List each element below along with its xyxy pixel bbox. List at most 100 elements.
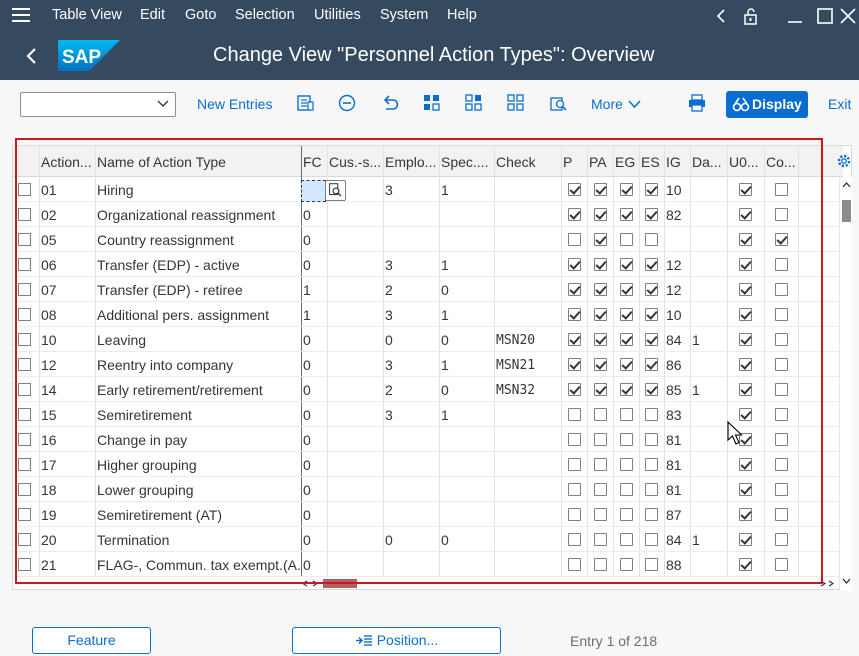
display-button[interactable]: Display bbox=[726, 91, 808, 118]
checkbox-u0[interactable] bbox=[739, 533, 752, 546]
cell-fc[interactable]: 0 bbox=[303, 332, 311, 348]
cell-ig[interactable]: 12 bbox=[666, 282, 682, 298]
column-header-da[interactable]: Da... bbox=[692, 154, 722, 170]
checkbox-eg[interactable] bbox=[620, 183, 633, 196]
checkbox-p[interactable] bbox=[568, 233, 581, 246]
checkbox-p[interactable] bbox=[568, 283, 581, 296]
cell-ig[interactable]: 84 bbox=[666, 332, 682, 348]
checkbox-pa[interactable] bbox=[594, 558, 607, 571]
cell-ig[interactable]: 81 bbox=[666, 432, 682, 448]
maximize-icon[interactable] bbox=[815, 6, 835, 26]
checkbox-es[interactable] bbox=[645, 208, 658, 221]
checkbox-u0[interactable] bbox=[739, 208, 752, 221]
cell-fc[interactable]: 0 bbox=[303, 457, 311, 473]
cell-fc[interactable]: 0 bbox=[303, 232, 311, 248]
cell-fc[interactable]: 1 bbox=[303, 282, 311, 298]
value-help-button[interactable] bbox=[325, 180, 346, 201]
checkbox-p[interactable] bbox=[568, 183, 581, 196]
checkbox-u0[interactable] bbox=[739, 333, 752, 346]
cell-emp[interactable]: 2 bbox=[385, 382, 393, 398]
checkbox-es[interactable] bbox=[645, 258, 658, 271]
checkbox-u0[interactable] bbox=[739, 483, 752, 496]
column-header-action[interactable]: Action... bbox=[41, 154, 92, 170]
checkbox-co[interactable] bbox=[775, 358, 788, 371]
table-row[interactable]: 02 Organizational reassignment 0 82 bbox=[13, 202, 841, 227]
checkbox-u0[interactable] bbox=[739, 283, 752, 296]
checkbox-eg[interactable] bbox=[620, 208, 633, 221]
cell-fc[interactable]: 0 bbox=[303, 257, 311, 273]
checkbox-u0[interactable] bbox=[739, 358, 752, 371]
cell-spec[interactable]: 0 bbox=[441, 282, 449, 298]
print-preview-icon[interactable] bbox=[548, 93, 568, 113]
table-row[interactable]: 20 Termination 0 0 0 84 1 bbox=[13, 527, 841, 552]
checkbox-pa[interactable] bbox=[594, 383, 607, 396]
cell-fc[interactable]: 0 bbox=[303, 357, 311, 373]
select-all-icon[interactable] bbox=[422, 93, 442, 113]
checkbox-co[interactable] bbox=[775, 233, 788, 246]
checkbox-es[interactable] bbox=[645, 433, 658, 446]
cell-da[interactable]: 1 bbox=[692, 382, 700, 398]
cell-spec[interactable]: 1 bbox=[441, 407, 449, 423]
checkbox-p[interactable] bbox=[568, 333, 581, 346]
column-header-p[interactable]: P bbox=[563, 154, 572, 170]
table-row[interactable]: 05 Country reassignment 0 bbox=[13, 227, 841, 252]
column-header-ig[interactable]: IG bbox=[666, 154, 681, 170]
checkbox-pa[interactable] bbox=[594, 483, 607, 496]
checkbox-es[interactable] bbox=[645, 558, 658, 571]
column-header-cus[interactable]: Cus.-s... bbox=[329, 154, 381, 170]
cell-emp[interactable]: 2 bbox=[385, 282, 393, 298]
row-select-checkbox[interactable] bbox=[18, 408, 31, 421]
menu-table-view[interactable]: Table View bbox=[52, 7, 122, 23]
checkbox-eg[interactable] bbox=[620, 283, 633, 296]
checkbox-es[interactable] bbox=[645, 358, 658, 371]
checkbox-p[interactable] bbox=[568, 483, 581, 496]
back-icon[interactable] bbox=[22, 44, 42, 68]
row-select-checkbox[interactable] bbox=[18, 358, 31, 371]
menu-icon[interactable] bbox=[12, 8, 30, 24]
table-settings-icon[interactable] bbox=[836, 153, 852, 169]
row-select-checkbox[interactable] bbox=[18, 308, 31, 321]
checkbox-pa[interactable] bbox=[594, 358, 607, 371]
cell-spec[interactable]: 1 bbox=[441, 307, 449, 323]
feature-button[interactable]: Feature bbox=[32, 627, 151, 654]
checkbox-pa[interactable] bbox=[594, 333, 607, 346]
checkbox-p[interactable] bbox=[568, 558, 581, 571]
table-row[interactable]: 14 Early retirement/retirement 0 2 0 MSN32 85 1 bbox=[13, 377, 841, 402]
table-row[interactable]: 06 Transfer (EDP) - active 0 3 1 12 bbox=[13, 252, 841, 277]
checkbox-eg[interactable] bbox=[620, 308, 633, 321]
menu-edit[interactable]: Edit bbox=[140, 7, 165, 23]
scroll-end-icon[interactable] bbox=[819, 580, 835, 587]
row-select-checkbox[interactable] bbox=[18, 383, 31, 396]
cell-emp[interactable]: 3 bbox=[385, 307, 393, 323]
cell-ig[interactable]: 10 bbox=[666, 307, 682, 323]
table-row[interactable]: 17 Higher grouping 0 81 bbox=[13, 452, 841, 477]
cell-spec[interactable]: 0 bbox=[441, 532, 449, 548]
menu-help[interactable]: Help bbox=[447, 7, 477, 23]
column-header-check[interactable]: Check bbox=[496, 154, 536, 170]
row-select-checkbox[interactable] bbox=[18, 458, 31, 471]
cell-fc[interactable]: 0 bbox=[303, 532, 311, 548]
horizontal-scrollbar[interactable] bbox=[299, 577, 844, 589]
row-select-checkbox[interactable] bbox=[18, 558, 31, 571]
checkbox-pa[interactable] bbox=[594, 183, 607, 196]
column-header-u0[interactable]: U0... bbox=[729, 154, 759, 170]
cell-spec[interactable]: 1 bbox=[441, 357, 449, 373]
checkbox-es[interactable] bbox=[645, 283, 658, 296]
table-row[interactable]: 18 Lower grouping 0 81 bbox=[13, 477, 841, 502]
table-row[interactable]: 19 Semiretirement (AT) 0 87 bbox=[13, 502, 841, 527]
checkbox-es[interactable] bbox=[645, 333, 658, 346]
row-select-checkbox[interactable] bbox=[18, 233, 31, 246]
checkbox-u0[interactable] bbox=[739, 308, 752, 321]
checkbox-eg[interactable] bbox=[620, 558, 633, 571]
cell-fc[interactable]: 0 bbox=[303, 507, 311, 523]
checkbox-es[interactable] bbox=[645, 233, 658, 246]
table-row[interactable]: 01Hiring13110 bbox=[13, 177, 841, 202]
row-select-checkbox[interactable] bbox=[18, 283, 31, 296]
undo-icon[interactable] bbox=[380, 93, 400, 113]
more-button[interactable]: More bbox=[591, 96, 623, 112]
checkbox-eg[interactable] bbox=[620, 483, 633, 496]
checkbox-p[interactable] bbox=[568, 358, 581, 371]
cell-ig[interactable]: 88 bbox=[666, 557, 682, 573]
deselect-all-icon[interactable] bbox=[506, 93, 526, 113]
checkbox-u0[interactable] bbox=[739, 258, 752, 271]
